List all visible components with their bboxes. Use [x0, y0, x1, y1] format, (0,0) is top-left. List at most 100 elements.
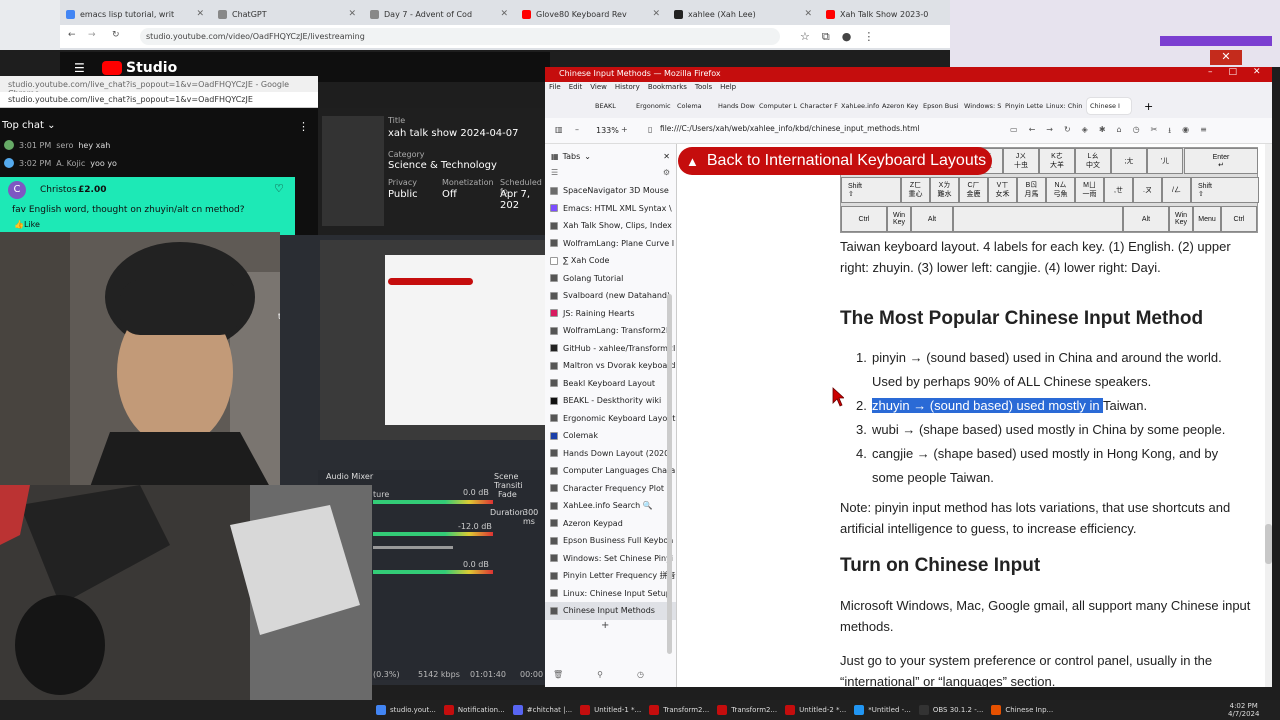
- sidebar-tab-item[interactable]: JS: Raining Hearts: [545, 305, 676, 323]
- sidebar-tab-item[interactable]: Svalboard (new Datahand): [545, 287, 676, 305]
- sidebar-tab-item[interactable]: ∑ Xah Code: [545, 252, 676, 270]
- more-options-icon[interactable]: ⋮: [298, 120, 309, 133]
- download-icon[interactable]: ⭳: [1168, 125, 1171, 139]
- system-clock[interactable]: 4:02 PM 4/7/2024: [1228, 702, 1259, 718]
- chrome-tab[interactable]: ChatGPT ✕: [212, 3, 362, 25]
- new-tab-button[interactable]: +: [545, 620, 676, 631]
- star-icon[interactable]: ☆: [800, 30, 810, 44]
- taskbar-app[interactable]: *Untitled -...: [850, 700, 915, 720]
- chrome-tab[interactable]: Xah Talk Show 2023-0✕: [820, 3, 970, 25]
- like-button[interactable]: 👍Like: [14, 220, 40, 229]
- minimize-icon[interactable]: –: [1208, 67, 1213, 77]
- firefox-tab[interactable]: Pinyin Lette: [1005, 102, 1043, 110]
- close-tab-icon[interactable]: ✕: [652, 9, 660, 19]
- history-icon[interactable]: ◷: [1133, 125, 1140, 139]
- firefox-tab[interactable]: Linux: Chin: [1046, 102, 1084, 110]
- popout-url-bar[interactable]: studio.youtube.com/live_chat?is_popout=1…: [0, 92, 318, 108]
- sidebar-tab-item[interactable]: Beakl Keyboard Layout: [545, 375, 676, 393]
- home-icon[interactable]: ⌂: [1117, 125, 1122, 139]
- hamburger-icon[interactable]: ☰: [74, 61, 85, 75]
- sidebar-tab-item[interactable]: Character Frequency Plot: [545, 480, 676, 498]
- menu-icon[interactable]: ⋮: [863, 30, 874, 44]
- filter-icon[interactable]: ☰: [551, 168, 558, 182]
- sidebar-tab-item[interactable]: Ergonomic Keyboard Layout: [545, 410, 676, 428]
- top-chat-dropdown[interactable]: Top chat ⌄: [2, 120, 56, 131]
- close-icon[interactable]: ✕: [1210, 50, 1242, 65]
- stream-title[interactable]: xah talk show 2024-04-07: [388, 128, 519, 139]
- firefox-tab[interactable]: Hands Dow: [718, 102, 756, 110]
- pin-icon[interactable]: ⚲: [597, 670, 603, 679]
- forward-arrow-icon[interactable]: →: [1046, 125, 1053, 139]
- selected-text[interactable]: zhuyin → (sound based) used mostly in: [872, 398, 1103, 413]
- chrome-tab[interactable]: xahlee (Xah Lee) ✕: [668, 3, 818, 25]
- menu-item[interactable]: View: [590, 83, 607, 93]
- stream-privacy[interactable]: Public: [388, 189, 418, 200]
- menu-item[interactable]: Edit: [569, 83, 583, 93]
- sidebar-tab-item[interactable]: Windows: Set Chinese Pinyi: [545, 550, 676, 568]
- account-icon[interactable]: ◉: [1182, 125, 1189, 139]
- forward-arrow-icon[interactable]: →: [88, 30, 96, 40]
- close-tab-icon[interactable]: ✕: [348, 9, 356, 19]
- taskbar-app[interactable]: Transform2...: [713, 700, 781, 720]
- close-tab-icon[interactable]: ✕: [804, 9, 812, 19]
- zoom-level[interactable]: 133%: [596, 126, 619, 135]
- firefox-tab[interactable]: Azeron Key: [882, 102, 920, 110]
- sidebar-tab-item[interactable]: Chinese Input Methods: [545, 602, 676, 620]
- sidebar-tab-item[interactable]: Maltron vs Dvorak keyboard: [545, 357, 676, 375]
- menu-icon[interactable]: ≡: [1200, 125, 1207, 139]
- menu-item[interactable]: File: [549, 83, 561, 93]
- sidebar-toggle-icon[interactable]: ▥: [555, 125, 563, 134]
- menu-item[interactable]: Help: [720, 83, 736, 93]
- firefox-tab[interactable]: XahLee.info: [841, 102, 879, 110]
- sidebar-tab-item[interactable]: Hands Down Layout (2020): [545, 445, 676, 463]
- zoom-in-icon[interactable]: +: [621, 125, 628, 134]
- close-tab-icon[interactable]: ✕: [500, 9, 508, 19]
- scrollbar-thumb[interactable]: [1265, 524, 1272, 564]
- firefox-tab[interactable]: Windows: S: [964, 102, 1002, 110]
- reload-icon[interactable]: ↻: [112, 30, 120, 40]
- back-arrow-icon[interactable]: ←: [1029, 125, 1036, 139]
- sidebar-tab-item[interactable]: Golang Tutorial: [545, 270, 676, 288]
- sidebar-tab-item[interactable]: Xah Talk Show, Clips, Index: [545, 217, 676, 235]
- menu-item[interactable]: Bookmarks: [648, 83, 687, 93]
- sidebar-tab-item[interactable]: SpaceNavigator 3D Mouse: [545, 182, 676, 200]
- new-tab-icon[interactable]: +: [1144, 100, 1153, 113]
- sidebar-tab-item[interactable]: Pinyin Letter Frequency 拼音: [545, 567, 676, 585]
- maximize-icon[interactable]: □: [1229, 67, 1238, 77]
- back-to-layouts-button[interactable]: ▲ Back to International Keyboard Layouts: [678, 147, 992, 175]
- firefox-tab[interactable]: Ergonomic: [636, 102, 674, 110]
- taskbar-app[interactable]: Untitled-2 *...: [781, 700, 850, 720]
- clock-icon[interactable]: ◷: [637, 670, 644, 679]
- firefox-address-bar[interactable]: file:///C:/Users/xah/web/xahlee_info/kbd…: [660, 124, 920, 133]
- sidebar-tab-item[interactable]: Azeron Keypad: [545, 515, 676, 533]
- sidebar-tab-item[interactable]: WolframLang: Plane Curve I: [545, 235, 676, 253]
- sidebar-tab-item[interactable]: BEAKL - Deskthority wiki: [545, 392, 676, 410]
- extensions-icon[interactable]: ⧉: [822, 30, 830, 44]
- firefox-tab[interactable]: Character F: [800, 102, 838, 110]
- sidebar-tab-item[interactable]: XahLee.info Search 🔍: [545, 497, 676, 515]
- taskbar-app[interactable]: Notification...: [440, 700, 509, 720]
- firefox-tab[interactable]: Chinese I: [1087, 98, 1131, 114]
- zoom-out-icon[interactable]: –: [575, 125, 579, 134]
- taskbar-app[interactable]: OBS 30.1.2 -...: [915, 700, 988, 720]
- heart-outline-icon[interactable]: ♡: [274, 182, 284, 195]
- chrome-tab[interactable]: Glove80 Keyboard Rev ✕: [516, 3, 666, 25]
- sidebar-scrollbar[interactable]: [667, 294, 672, 654]
- bookmark-icon[interactable]: ▭: [1010, 125, 1018, 139]
- transition-type[interactable]: Fade: [498, 490, 517, 499]
- chrome-tab[interactable]: emacs lisp tutorial, writ ✕: [60, 3, 210, 25]
- firefox-tab[interactable]: Colema: [677, 102, 715, 110]
- studio-logo[interactable]: Studio: [102, 60, 177, 76]
- taskbar-app[interactable]: #chitchat |...: [509, 700, 576, 720]
- chrome-address-bar[interactable]: studio.youtube.com/video/OadFHQYCzJE/liv…: [140, 28, 780, 45]
- firefox-tab[interactable]: Epson Busi: [923, 102, 961, 110]
- sidebar-title[interactable]: Tabs: [563, 152, 581, 161]
- firefox-tab[interactable]: BEAKL: [595, 102, 633, 110]
- trash-icon[interactable]: 🗑: [553, 670, 563, 679]
- close-tab-icon[interactable]: ✕: [196, 9, 204, 19]
- volume-slider[interactable]: [373, 546, 453, 549]
- profile-icon[interactable]: ●: [842, 30, 852, 44]
- sidebar-tab-item[interactable]: Emacs: HTML XML Syntax \: [545, 200, 676, 218]
- sidebar-tab-item[interactable]: Epson Business Full Keyboa: [545, 532, 676, 550]
- sidebar-tab-item[interactable]: Colemak: [545, 427, 676, 445]
